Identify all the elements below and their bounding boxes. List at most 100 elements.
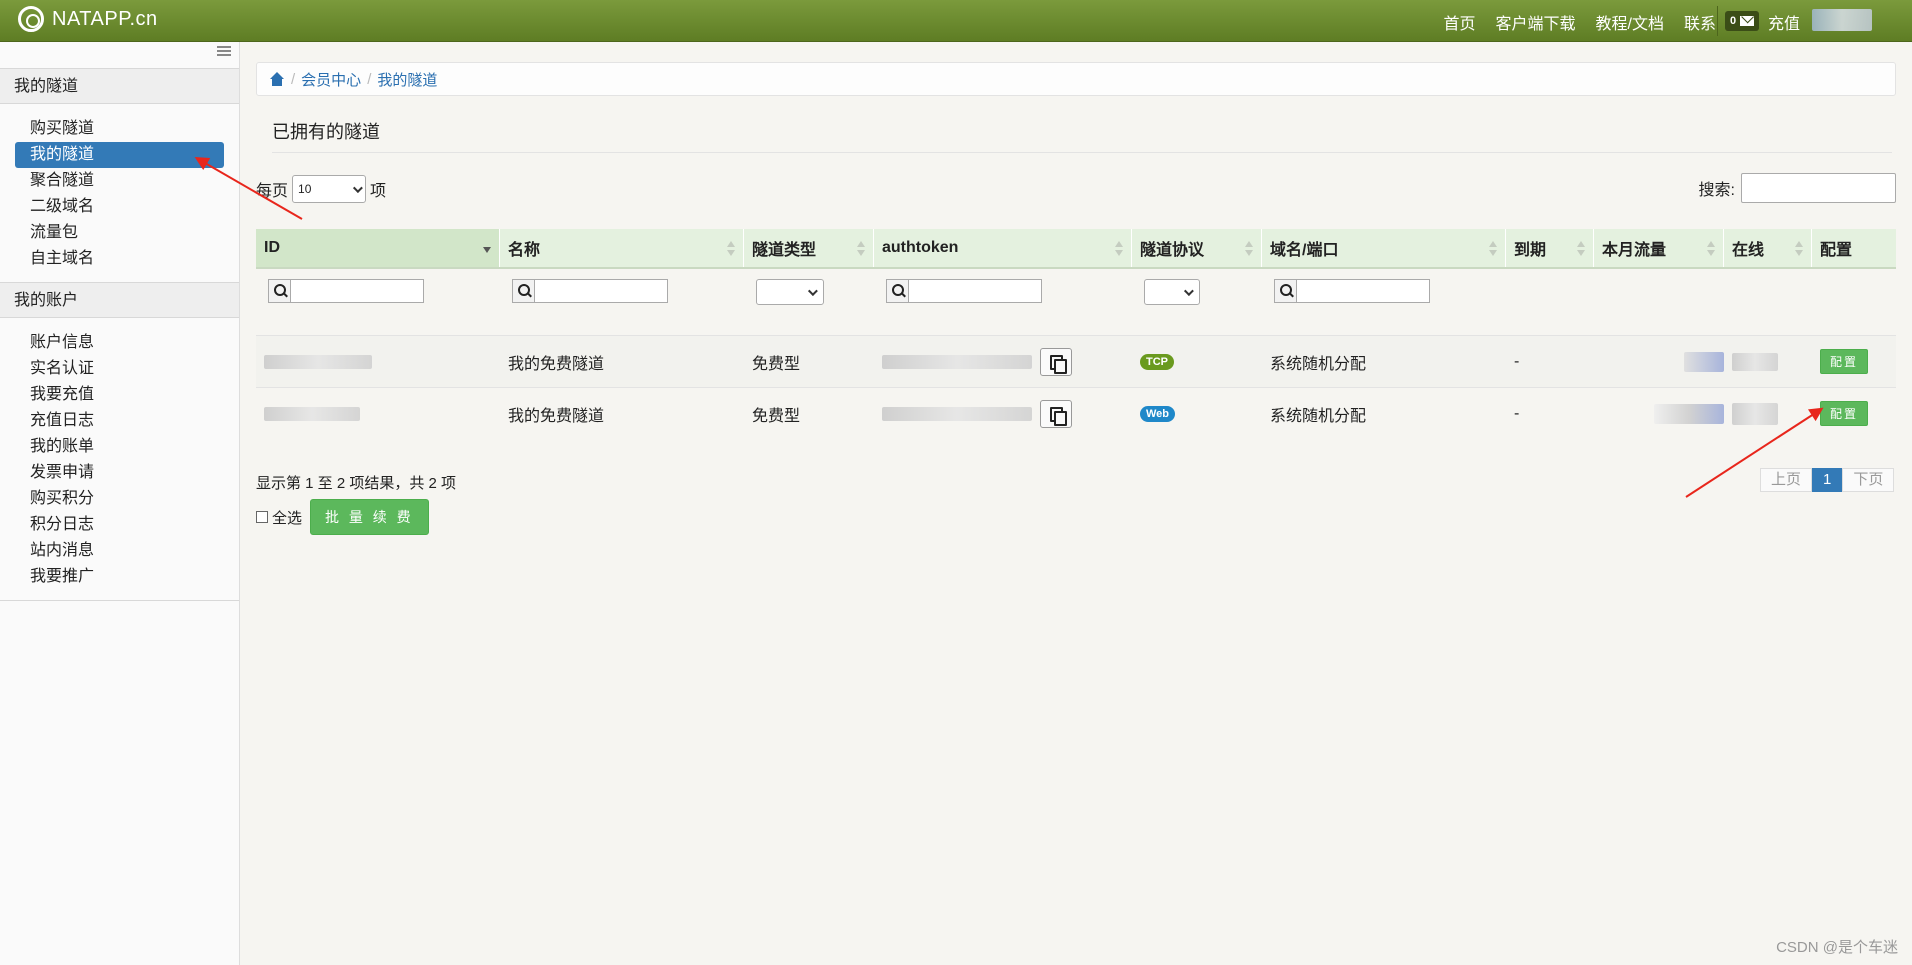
column-label: authtoken <box>882 239 959 256</box>
sidebar-item-bills[interactable]: 我的账单 <box>15 434 224 460</box>
sidebar-item-aggregate-tunnel[interactable]: 聚合隧道 <box>15 168 224 194</box>
cell-type: 免费型 <box>752 355 801 373</box>
filter-type-select[interactable] <box>756 279 824 305</box>
top-nav-links: 首页 客户端下载 教程/文档 联系 <box>1444 10 1717 34</box>
config-button[interactable]: 配置 <box>1820 349 1869 374</box>
sidebar-item-traffic-pack[interactable]: 流量包 <box>15 220 224 246</box>
breadcrumb-separator-icon: / <box>367 70 372 88</box>
per-page-control: 每页 10 项 <box>256 175 386 203</box>
sidebar-item-messages[interactable]: 站内消息 <box>15 538 224 564</box>
sidebar-tunnel-list: 购买隧道 我的隧道 聚合隧道 二级域名 流量包 自主域名 <box>0 104 239 282</box>
main-content: / 会员中心 / 我的隧道 已拥有的隧道 每页 10 项 搜索: <box>256 62 1896 223</box>
per-page-select[interactable]: 10 <box>292 175 367 203</box>
natapp-logo-icon <box>18 6 44 32</box>
table-row: 我的免费隧道 免费型 TCP 系统随机分配 - 配置 <box>256 335 1896 387</box>
column-header-domain[interactable]: 域名/端口 <box>1262 229 1506 267</box>
table-row: 我的免费隧道 免费型 Web 系统随机分配 - 配置 <box>256 387 1896 439</box>
search-input[interactable] <box>1741 173 1896 203</box>
message-badge[interactable]: 0 <box>1725 11 1760 31</box>
sidebar-collapse-icon[interactable] <box>217 46 231 56</box>
filter-domain-cell <box>1262 279 1506 303</box>
user-avatar-blurred[interactable] <box>1812 9 1872 31</box>
column-header-type[interactable]: 隧道类型 <box>744 229 874 267</box>
breadcrumb-separator-icon: / <box>291 70 296 88</box>
sort-icon <box>727 241 735 257</box>
cell-expire: - <box>1514 352 1520 370</box>
chevron-down-icon <box>1183 285 1194 296</box>
filter-authtoken-input[interactable] <box>886 279 1042 303</box>
table-controls: 每页 10 项 搜索: <box>256 167 1896 223</box>
column-label: 名称 <box>508 242 541 259</box>
cell-protocol: TCP <box>1132 353 1262 370</box>
sort-icon <box>1489 241 1497 257</box>
sort-icon <box>1707 241 1715 257</box>
cell-type: 免费型 <box>752 407 801 425</box>
filter-protocol-select[interactable] <box>1144 279 1200 305</box>
column-header-name[interactable]: 名称 <box>500 229 744 267</box>
pagination-current[interactable]: 1 <box>1812 468 1843 492</box>
watermark: CSDN @是个车迷 <box>1776 939 1898 956</box>
column-header-online[interactable]: 在线 <box>1724 229 1812 267</box>
column-header-protocol[interactable]: 隧道协议 <box>1132 229 1262 267</box>
cell-authtoken <box>874 399 1132 428</box>
redacted-online <box>1732 402 1778 425</box>
filter-id-input[interactable] <box>268 279 424 303</box>
copy-icon[interactable] <box>1040 399 1072 428</box>
cell-protocol: Web <box>1132 405 1262 422</box>
sidebar-section-tunnels: 我的隧道 <box>0 68 239 104</box>
redacted-authtoken <box>882 406 1032 421</box>
cell-name: 我的免费隧道 <box>508 407 605 425</box>
select-all-checkbox[interactable] <box>256 511 268 523</box>
sidebar-section-account: 我的账户 <box>0 282 239 318</box>
breadcrumb-member-center[interactable]: 会员中心 <box>301 69 361 90</box>
batch-renew-button[interactable]: 批 量 续 费 <box>310 499 429 535</box>
nav-docs[interactable]: 教程/文档 <box>1596 10 1664 34</box>
sidebar-item-promote[interactable]: 我要推广 <box>15 564 224 590</box>
sidebar-item-buy-points[interactable]: 购买积分 <box>15 486 224 512</box>
copy-icon[interactable] <box>1040 347 1072 376</box>
column-header-traffic[interactable]: 本月流量 <box>1594 229 1724 267</box>
breadcrumb-my-tunnels[interactable]: 我的隧道 <box>377 69 437 90</box>
search-icon <box>887 280 909 302</box>
sidebar-item-recharge-log[interactable]: 充值日志 <box>15 408 224 434</box>
sidebar-item-buy-tunnel[interactable]: 购买隧道 <box>15 116 224 142</box>
chevron-down-icon <box>807 285 818 296</box>
cell-id <box>256 354 500 369</box>
redacted-traffic <box>1684 351 1724 372</box>
pagination-prev[interactable]: 上页 <box>1760 468 1813 492</box>
cell-online <box>1724 352 1812 371</box>
nav-client-download[interactable]: 客户端下载 <box>1496 10 1576 34</box>
filter-name-input[interactable] <box>512 279 668 303</box>
recharge-link[interactable]: 充值 <box>1768 10 1800 34</box>
pagination-next[interactable]: 下页 <box>1842 468 1895 492</box>
sidebar-item-recharge[interactable]: 我要充值 <box>15 382 224 408</box>
cell-domain: 系统随机分配 <box>1270 407 1367 425</box>
sidebar-item-invoice[interactable]: 发票申请 <box>15 460 224 486</box>
filter-name-cell <box>500 279 744 303</box>
home-icon[interactable] <box>269 72 285 86</box>
sidebar-item-account-info[interactable]: 账户信息 <box>15 330 224 356</box>
filter-authtoken-cell <box>874 279 1132 303</box>
tunnel-table: ID 名称 隧道类型 authtoken 隧道协议 域名/端口 到期 本月流量 … <box>256 229 1896 439</box>
sort-icon <box>1115 241 1123 257</box>
select-all-control: 全选 批 量 续 费 <box>256 499 429 535</box>
column-label: 隧道类型 <box>752 242 817 259</box>
sidebar-item-custom-domain[interactable]: 自主域名 <box>15 246 224 272</box>
result-summary: 显示第 1 至 2 项结果，共 2 项 <box>256 475 457 492</box>
filter-protocol-cell <box>1132 279 1262 305</box>
per-page-value: 10 <box>298 182 312 196</box>
column-header-expire[interactable]: 到期 <box>1506 229 1594 267</box>
column-header-id[interactable]: ID <box>256 229 500 267</box>
per-page-suffix: 项 <box>370 183 387 200</box>
table-header: ID 名称 隧道类型 authtoken 隧道协议 域名/端口 到期 本月流量 … <box>256 229 1896 269</box>
sidebar-item-subdomain[interactable]: 二级域名 <box>15 194 224 220</box>
brand-logo[interactable]: NATAPP.cn <box>18 6 158 32</box>
nav-home[interactable]: 首页 <box>1444 10 1476 34</box>
nav-contact[interactable]: 联系 <box>1684 10 1716 34</box>
sidebar-item-verification[interactable]: 实名认证 <box>15 356 224 382</box>
filter-domain-input[interactable] <box>1274 279 1430 303</box>
column-header-authtoken[interactable]: authtoken <box>874 229 1132 267</box>
sort-desc-icon <box>483 241 491 257</box>
search-icon <box>269 280 291 302</box>
sidebar-item-points-log[interactable]: 积分日志 <box>15 512 224 538</box>
